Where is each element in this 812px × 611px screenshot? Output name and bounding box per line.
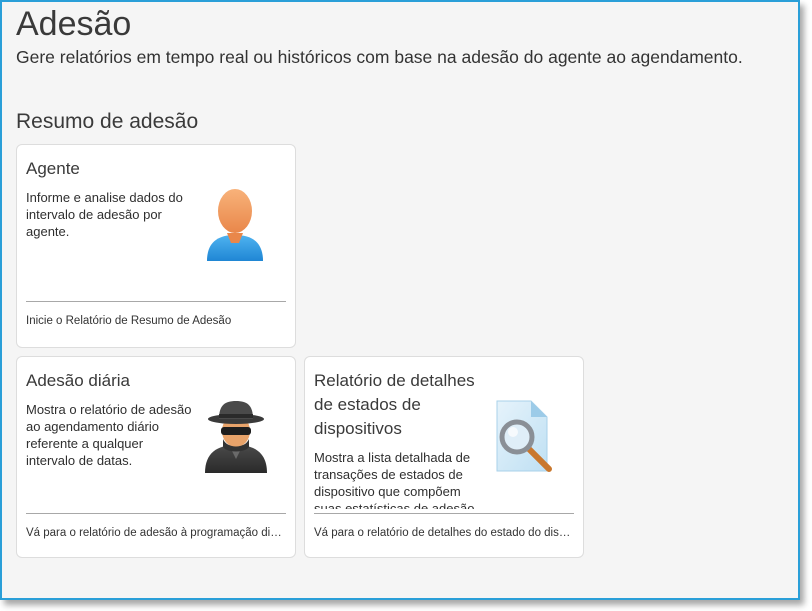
- section-title: Resumo de adesão: [16, 110, 199, 133]
- card-divider: [314, 513, 574, 514]
- spy-agent-icon: [201, 397, 271, 473]
- app-window: Adesão Gere relatórios em tempo real ou …: [0, 0, 800, 600]
- card-description: Informe e analise dados do intervalo de …: [26, 190, 183, 239]
- card-description: Mostra o relatório de adesão ao agendame…: [26, 402, 192, 468]
- card-agente[interactable]: Agente Informe e analise dados do interv…: [16, 144, 296, 348]
- page-subtitle: Gere relatórios em tempo real ou históri…: [16, 47, 743, 67]
- card-link[interactable]: Vá para o relatório de detalhes do estad…: [314, 525, 574, 541]
- card-description: Mostra a lista detalhada de transações d…: [314, 450, 479, 509]
- page-title: Adesão: [16, 5, 132, 43]
- card-title: Relatório de detalhes de estados de disp…: [314, 371, 475, 438]
- card-detalhes-estados-dispositivos[interactable]: Relatório de detalhes de estados de disp…: [304, 356, 584, 558]
- card-divider: [26, 513, 286, 514]
- document-search-icon: [491, 399, 555, 475]
- card-link[interactable]: Inicie o Relatório de Resumo de Adesão: [26, 313, 286, 329]
- card-adesao-diaria[interactable]: Adesão diária Mostra o relatório de ades…: [16, 356, 296, 558]
- agent-user-icon: [203, 187, 267, 263]
- card-title: Adesão diária: [26, 371, 130, 390]
- card-link[interactable]: Vá para o relatório de adesão à programa…: [26, 525, 286, 541]
- card-divider: [26, 301, 286, 302]
- card-title: Agente: [26, 159, 80, 178]
